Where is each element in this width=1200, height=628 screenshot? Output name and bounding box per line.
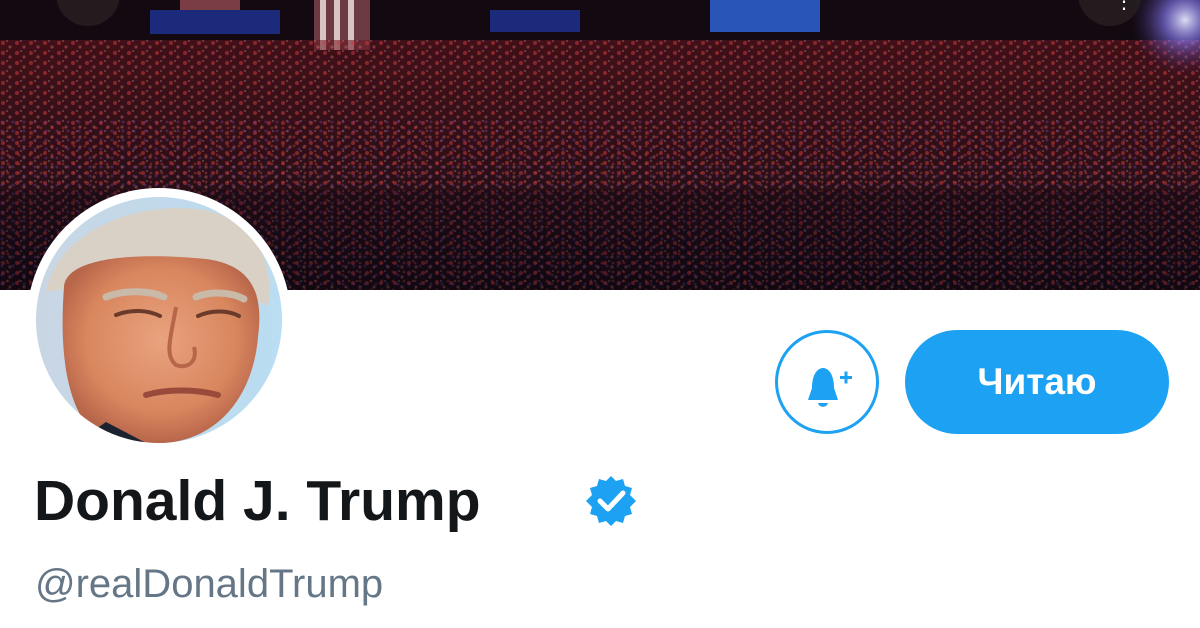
profile-display-name: Donald J. Trump	[34, 469, 481, 533]
avatar[interactable]	[27, 188, 291, 452]
following-button[interactable]: Читаю	[905, 330, 1169, 434]
bell-plus-icon	[808, 368, 852, 407]
avatar-image	[36, 197, 282, 443]
verified-badge-icon	[586, 476, 636, 526]
more-icon: ⋮	[1114, 0, 1134, 13]
notifications-button[interactable]	[775, 330, 879, 434]
profile-page: ⋮ Читаю Donald J. Trump @realDonaldTrump	[0, 0, 1200, 628]
profile-handle: @realDonaldTrump	[35, 562, 384, 606]
